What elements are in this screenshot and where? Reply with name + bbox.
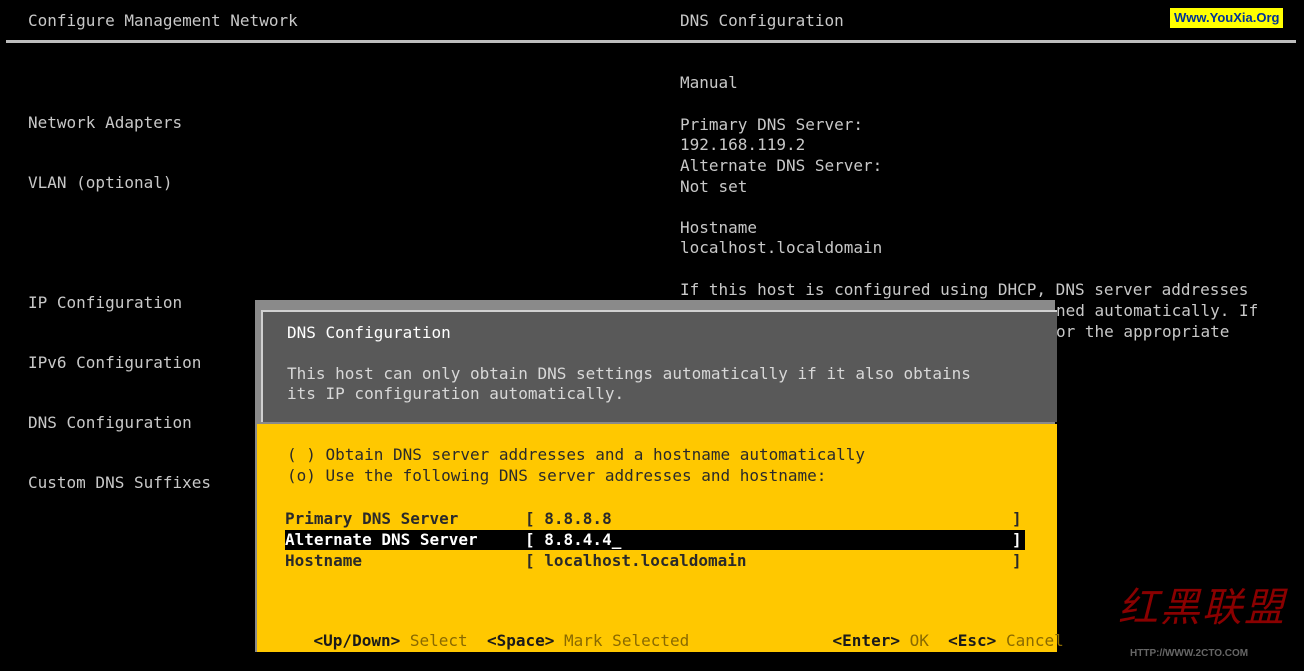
seal-logo: 红黑联盟 [1118,585,1286,631]
alternate-dns-value: Not set [680,177,748,196]
seal-url: HTTP://WWW.2CTO.COM [1130,648,1249,659]
menu-item-network-adapters[interactable]: Network Adapters [28,113,211,133]
primary-dns-bracket: ] [1012,509,1022,528]
menu-item-ip-configuration[interactable]: IP Configuration [28,293,211,313]
dialog-description-line-2: its IP configuration automatically. [287,384,625,403]
menu-item-custom-dns-suffixes[interactable]: Custom DNS Suffixes [28,473,211,493]
hostname-field[interactable]: Hostname [ localhost.localdomain ] [285,551,1025,571]
alternate-dns-field[interactable]: Alternate DNS Server [ 8.8.4.4_ ] [285,530,1025,550]
hostname-field-label: Hostname [285,551,363,570]
alternate-dns-label: Alternate DNS Server: [680,156,883,175]
network-menu: Network Adapters VLAN (optional) ​ IP Co… [28,73,211,513]
hostname-input[interactable]: [ localhost.localdomain [525,551,747,571]
title-separator [6,40,1296,43]
title-bar: Configure Management Network DNS Configu… [0,0,1304,40]
menu-spacer: ​ [28,233,211,253]
primary-dns-value: 192.168.119.2 [680,135,806,154]
dns-mode: Manual [680,73,738,92]
menu-item-ipv6-configuration[interactable]: IPv6 Configuration [28,353,211,373]
updown-desc: Select [409,631,468,650]
ok-desc: OK [909,631,929,650]
space-key[interactable]: <Space> [487,631,554,650]
primary-dns-field-label: Primary DNS Server [285,509,459,528]
left-panel-title: Configure Management Network [28,11,298,30]
right-panel-title: DNS Configuration [680,11,844,30]
dialog-footer-actions: <Enter> OK <Esc> Cancel [794,611,1064,671]
ok-key[interactable]: <Enter> [833,631,900,650]
help-text-line-1: If this host is configured using DHCP, D… [680,280,1249,299]
alternate-dns-bracket: ] [1012,530,1022,549]
dns-dialog-header: DNS Configuration This host can only obt… [261,310,1057,422]
dialog-description-line-1: This host can only obtain DNS settings a… [287,364,971,383]
hostname-label: Hostname [680,218,758,237]
dialog-title: DNS Configuration [287,323,451,342]
watermark: Www.YouXia.Org [1170,8,1284,28]
help-text-line-3: or the appropriate [1056,322,1230,341]
primary-dns-input[interactable]: [ 8.8.8.8 [525,509,612,529]
dialog-footer: <Up/Down> Select <Space> Mark Selected [275,611,690,671]
help-text-line-2: ned automatically. If [1056,301,1259,320]
menu-item-dns-configuration[interactable]: DNS Configuration [28,413,211,433]
hostname-bracket: ] [1012,551,1022,570]
hostname-value: localhost.localdomain [680,238,883,257]
dns-dialog-body: ( ) Obtain DNS server addresses and a ho… [257,424,1064,652]
cancel-desc: Cancel [1005,631,1064,650]
updown-key[interactable]: <Up/Down> [314,631,401,650]
radio-obtain-automatically[interactable]: ( ) Obtain DNS server addresses and a ho… [287,445,865,465]
radio-use-following[interactable]: (o) Use the following DNS server address… [287,466,826,486]
menu-item-vlan[interactable]: VLAN (optional) [28,173,211,193]
primary-dns-label: Primary DNS Server: [680,115,864,134]
alternate-dns-field-label: Alternate DNS Server [285,530,478,549]
primary-dns-field[interactable]: Primary DNS Server [ 8.8.8.8 ] [285,509,1025,529]
alternate-dns-input[interactable]: [ 8.8.4.4_ [525,530,621,550]
space-desc: Mark Selected [564,631,690,650]
cancel-key[interactable]: <Esc> [948,631,996,650]
